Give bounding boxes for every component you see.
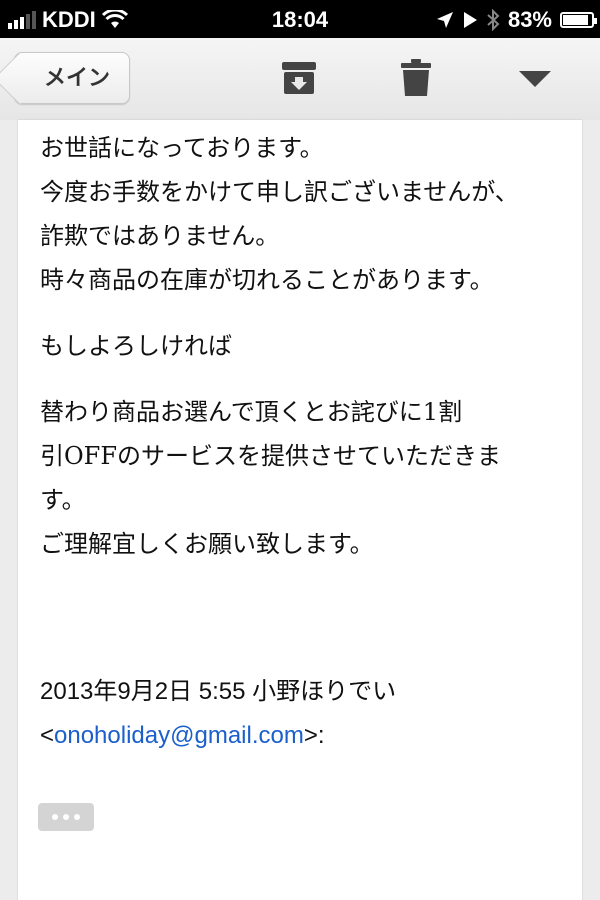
battery-icon bbox=[560, 12, 597, 28]
location-icon bbox=[436, 12, 453, 28]
body-line: す。 bbox=[40, 486, 86, 514]
back-button-label: メイン bbox=[43, 66, 110, 91]
body-line: 引OFFのサービスを提供させていただきま bbox=[40, 442, 501, 470]
email-body: お世話になっております。 今度お手数をかけて申し訳ございませんが、 詐欺ではあり… bbox=[40, 126, 570, 566]
trash-icon[interactable] bbox=[400, 58, 432, 98]
body-line: 詐欺ではありません。 bbox=[40, 222, 280, 250]
bluetooth-icon bbox=[487, 9, 500, 31]
sender-email-link[interactable]: onoholiday@gmail.com bbox=[54, 722, 304, 749]
show-quoted-text-button[interactable] bbox=[38, 803, 94, 831]
body-line: 替わり商品お選んで頂くとお詫びに1割 bbox=[40, 398, 463, 426]
quote-header: 2013年9月2日 5:55 小野ほりでい <onoholiday@gmail.… bbox=[40, 670, 570, 758]
status-bar: KDDI 18:04 83% bbox=[0, 0, 600, 38]
ellipsis-icon bbox=[52, 814, 58, 820]
play-icon bbox=[463, 12, 477, 28]
email-content: お世話になっております。 今度お手数をかけて申し訳ございませんが、 詐欺ではあり… bbox=[18, 120, 582, 900]
body-line: 時々商品の在庫が切れることがあります。 bbox=[40, 266, 494, 294]
body-line: ご理解宜しくお願い致します。 bbox=[40, 530, 374, 558]
quote-email-line: <onoholiday@gmail.com>: bbox=[40, 722, 325, 749]
toolbar: メイン bbox=[0, 38, 600, 120]
back-button[interactable]: メイン bbox=[14, 52, 130, 104]
body-line: 今度お手数をかけて申し訳ございませんが、 bbox=[40, 178, 519, 206]
more-icon[interactable] bbox=[518, 70, 552, 88]
body-line: もしよろしければ bbox=[40, 332, 232, 360]
body-line: お世話になっております。 bbox=[40, 134, 324, 162]
quote-date-sender: 2013年9月2日 5:55 小野ほりでい bbox=[40, 678, 397, 705]
battery-percent: 83% bbox=[507, 7, 552, 32]
archive-icon[interactable] bbox=[280, 60, 318, 96]
